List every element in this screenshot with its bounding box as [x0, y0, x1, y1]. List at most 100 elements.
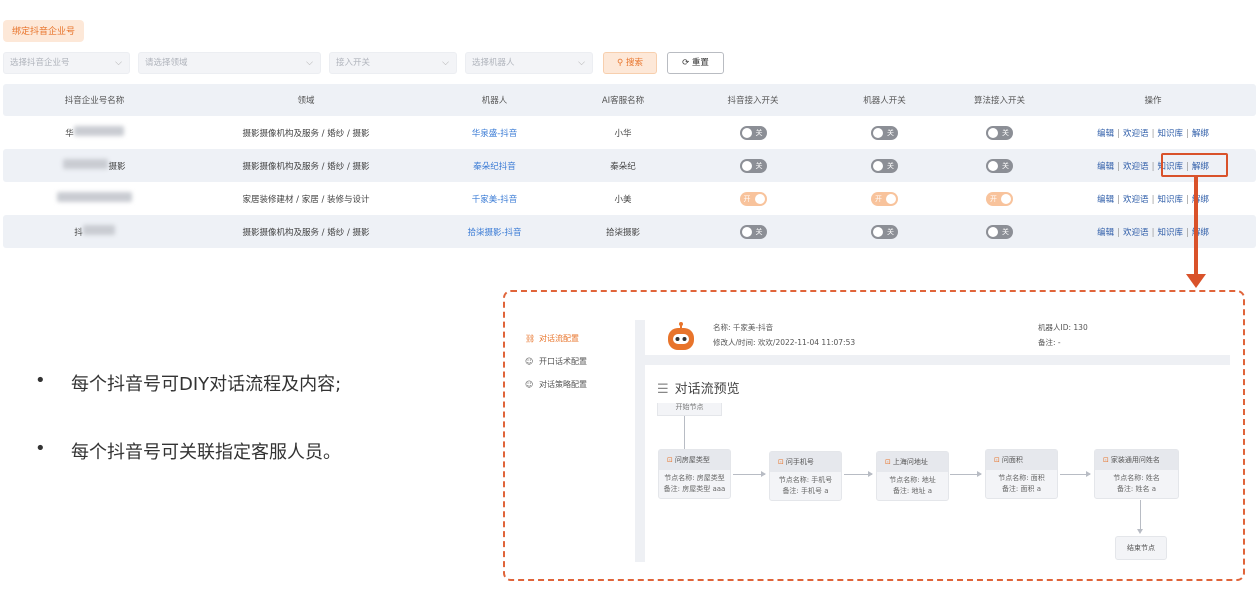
welcome-link[interactable]: 欢迎语: [1123, 195, 1149, 205]
start-node: 开始节点: [657, 403, 722, 416]
access-switch-dropdown[interactable]: 接入开关 ⌵: [329, 52, 457, 74]
edit-link[interactable]: 编辑: [1097, 195, 1114, 205]
menu-item-opening-script[interactable]: ☺ 开口话术配置: [525, 356, 587, 379]
select-robot-placeholder: 选择机器人: [472, 58, 515, 68]
select-domain-dropdown[interactable]: 请选择领域 ⌵: [138, 52, 321, 74]
domain-cell: 家居装修建材 / 家居 / 装修与设计: [242, 194, 370, 205]
connector-arrow: [733, 471, 766, 477]
reset-button[interactable]: ⟳ 重置: [667, 52, 724, 74]
douyin-switch-toggle[interactable]: 开: [739, 191, 767, 206]
robot-switch-toggle[interactable]: 关: [871, 158, 898, 173]
chat-icon: ☺: [525, 380, 534, 389]
reset-label: 重置: [691, 58, 709, 68]
header-ops: 操作: [1144, 96, 1162, 106]
table-row: 家居装修建材 / 家居 / 装修与设计 千家美-抖音 小美 开 开 开 编辑 | 欢…: [3, 182, 1256, 215]
connector-arrow: [950, 471, 982, 477]
header-name: 抖音企业号名称: [64, 96, 125, 106]
robot-switch-toggle[interactable]: 关: [871, 224, 898, 239]
divider: [635, 320, 645, 562]
table-header: 抖音企业号名称 领域 机器人 AI客服名称 抖音接入开关 机器人开关 算法接入开…: [3, 84, 1256, 116]
table-row: 摄影 摄影摄像机构及服务 / 婚纱 / 摄影 秦朵纪抖音 秦朵纪 关 关 关 编…: [3, 149, 1256, 182]
menu-item-dialog-strategy[interactable]: ☺ 对话策略配置: [525, 379, 587, 402]
account-name: [3, 192, 186, 205]
select-account-placeholder: 选择抖音企业号: [10, 58, 70, 68]
flow-node[interactable]: ⊡ 家装通用问姓名 节点名称: 姓名 备注: 姓名 a: [1094, 449, 1179, 499]
robot-avatar-icon: [668, 322, 694, 350]
robot-link[interactable]: 拾柒摄影-抖音: [426, 226, 563, 238]
algo-switch-toggle[interactable]: 开: [986, 191, 1013, 206]
robot-id: 机器人ID: 130: [1038, 323, 1088, 332]
robot-switch-toggle[interactable]: 开: [871, 191, 898, 206]
welcome-link[interactable]: 欢迎语: [1123, 162, 1149, 172]
douyin-switch-toggle[interactable]: 关: [739, 224, 767, 239]
edit-link[interactable]: 编辑: [1097, 162, 1114, 172]
flow-icon: ⛓: [525, 334, 536, 343]
connector-arrow: [844, 471, 873, 477]
flow-node[interactable]: ⊡ 问面积 节点名称: 面积 备注: 面积 a: [985, 449, 1058, 499]
modified-info: 修改人/时间: 欢欢/2022-11-04 11:07:53: [713, 338, 856, 347]
flow-node[interactable]: ⊡ 上海问地址 节点名称: 地址 备注: 地址 a: [876, 451, 949, 501]
end-node[interactable]: 结束节点: [1115, 536, 1167, 560]
edit-link[interactable]: 编辑: [1097, 228, 1114, 238]
domain-cell: 摄影摄像机构及服务 / 婚纱 / 摄影: [242, 161, 370, 172]
bullet-item: • 每个抖音号可DIY对话流程及内容;: [35, 370, 342, 395]
welcome-link[interactable]: 欢迎语: [1123, 129, 1149, 139]
search-icon: ⚲: [617, 58, 624, 68]
header-domain: 领域: [297, 96, 315, 106]
select-account-dropdown[interactable]: 选择抖音企业号 ⌵: [3, 52, 130, 74]
highlight-box: [1161, 153, 1228, 177]
list-icon: ☰: [657, 382, 669, 397]
search-button[interactable]: ⚲ 搜索: [603, 52, 657, 74]
account-table: 抖音企业号名称 领域 机器人 AI客服名称 抖音接入开关 机器人开关 算法接入开…: [3, 84, 1256, 248]
robot-link[interactable]: 秦朵纪抖音: [426, 160, 563, 172]
domain-cell: 摄影摄像机构及服务 / 婚纱 / 摄影: [242, 128, 370, 139]
ai-name-cell: 拾柒摄影: [605, 227, 640, 238]
chevron-down-icon: ⌵: [115, 58, 122, 68]
header-douyin-switch: 抖音接入开关: [727, 96, 779, 106]
robot-link[interactable]: 千家美-抖音: [426, 193, 563, 205]
knowledge-base-link[interactable]: 知识库: [1157, 228, 1183, 238]
ai-name-cell: 小华: [614, 128, 632, 139]
chat-icon: ☺: [525, 357, 534, 366]
header-algo-switch: 算法接入开关: [973, 96, 1025, 106]
ai-name-cell: 秦朵纪: [610, 161, 636, 172]
flow-node[interactable]: ⊡ 问手机号 节点名称: 手机号 备注: 手机号 a: [769, 451, 842, 501]
algo-switch-toggle[interactable]: 关: [986, 158, 1013, 173]
refresh-icon: ⟳: [682, 58, 690, 68]
access-switch-placeholder: 接入开关: [336, 58, 371, 68]
flow-node[interactable]: ⊡ 问房屋类型 节点名称: 房屋类型 备注: 房屋类型 aaa: [658, 449, 731, 499]
bullet-item: • 每个抖音号可关联指定客服人员。: [35, 438, 341, 463]
arrow-down-icon: [1137, 529, 1143, 534]
divider: [645, 355, 1230, 365]
table-row: 抖 摄影摄像机构及服务 / 婚纱 / 摄影 拾柒摄影-抖音 拾柒摄影 关 关 关…: [3, 215, 1256, 248]
preview-title: ☰ 对话流预览: [657, 382, 740, 397]
arrow-down-icon: [1186, 274, 1206, 288]
knowledge-base-link[interactable]: 知识库: [1157, 195, 1183, 205]
douyin-switch-toggle[interactable]: 关: [739, 125, 767, 140]
knowledge-base-link[interactable]: 知识库: [1157, 129, 1183, 139]
header-robot: 机器人: [481, 96, 508, 106]
select-robot-dropdown[interactable]: 选择机器人 ⌵: [465, 52, 593, 74]
chevron-down-icon: ⌵: [306, 58, 313, 68]
header-ai-name: AI客服名称: [601, 96, 645, 106]
unbind-link[interactable]: 解绑: [1192, 129, 1209, 139]
bullet-list: • 每个抖音号可DIY对话流程及内容; • 每个抖音号可关联指定客服人员。: [35, 370, 341, 506]
chevron-down-icon: ⌵: [442, 58, 449, 68]
edit-link[interactable]: 编辑: [1097, 129, 1114, 139]
bind-account-button[interactable]: 绑定抖音企业号: [3, 20, 85, 42]
connector: [684, 416, 685, 449]
algo-switch-toggle[interactable]: 关: [986, 224, 1013, 239]
menu-item-dialog-flow[interactable]: ⛓ 对话流配置: [525, 333, 587, 356]
chevron-down-icon: ⌵: [578, 58, 585, 68]
account-name: 摄影: [3, 159, 186, 172]
remark: 备注: -: [1038, 338, 1061, 347]
ai-name-cell: 小美: [614, 194, 632, 205]
algo-switch-toggle[interactable]: 关: [986, 125, 1013, 140]
domain-cell: 摄影摄像机构及服务 / 婚纱 / 摄影: [242, 227, 370, 238]
douyin-switch-toggle[interactable]: 关: [739, 158, 767, 173]
callout-arrow: [1194, 177, 1198, 276]
robot-link[interactable]: 华泉盛-抖音: [426, 127, 563, 139]
welcome-link[interactable]: 欢迎语: [1123, 228, 1149, 238]
robot-switch-toggle[interactable]: 关: [871, 125, 898, 140]
account-name: 抖: [3, 225, 186, 238]
